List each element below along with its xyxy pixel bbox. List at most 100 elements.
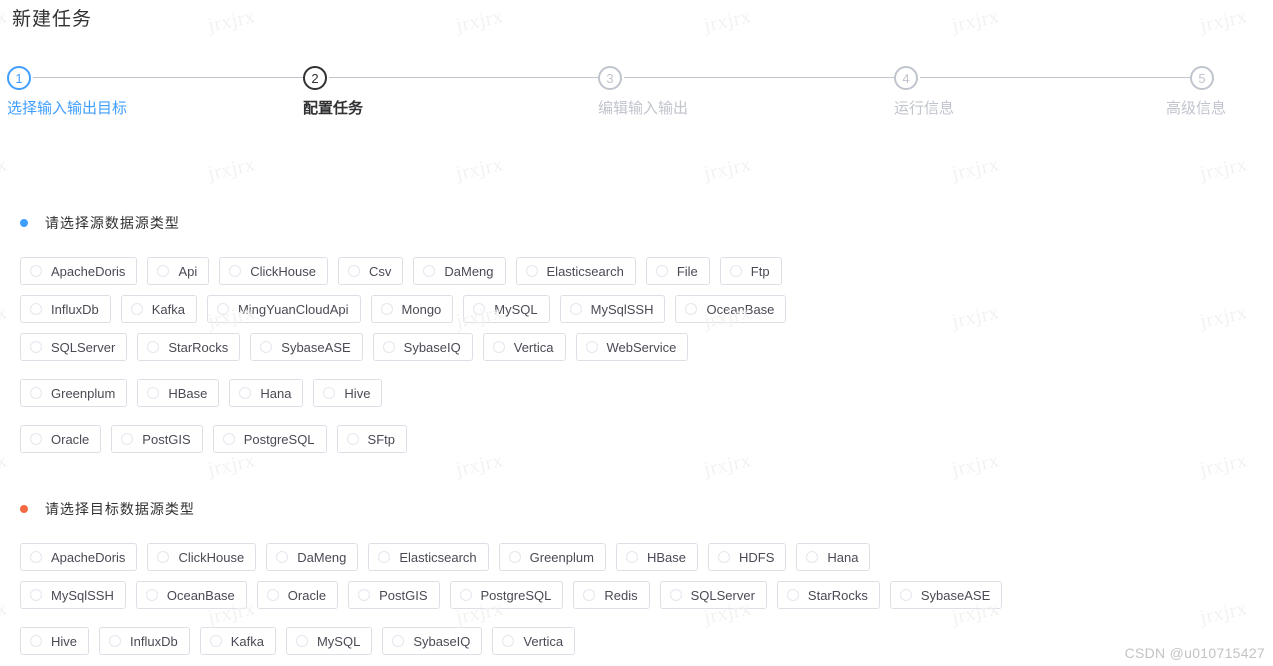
radio-circle-icon (459, 589, 472, 601)
radio-target-mysql[interactable]: MySQL (285, 627, 373, 655)
radio-target-hive[interactable]: Hive (20, 627, 90, 655)
radio-label: Kafka (230, 633, 264, 649)
source-datasource-radio-group[interactable]: ApacheDoris Api ClickHouse Csv DaMeng Elastic… (20, 257, 796, 463)
radio-target-greenplum[interactable]: Greenplum (498, 543, 606, 571)
radio-circle-icon (266, 589, 279, 601)
watermark-tile: jrxjrx (702, 5, 754, 37)
watermark-tile: jrxjrx (0, 301, 10, 333)
radio-source-hana[interactable]: Hana (229, 379, 304, 407)
watermark-tile: jrxjrx (1198, 5, 1250, 37)
radio-source-mongo[interactable]: Mongo (370, 295, 454, 323)
radio-target-hbase[interactable]: HBase (615, 543, 698, 571)
radio-label: MySQL (494, 301, 538, 317)
radio-source-sqlserver[interactable]: SQLServer (20, 333, 128, 361)
radio-circle-icon (685, 303, 698, 315)
radio-target-dameng[interactable]: DaMeng (266, 543, 359, 571)
radio-target-oracle[interactable]: Oracle (256, 581, 339, 609)
radio-source-apachedoris[interactable]: ApacheDoris (20, 257, 138, 285)
radio-circle-icon (145, 589, 158, 601)
watermark-tile: jrxjrx (702, 153, 754, 185)
radio-circle-icon (229, 265, 242, 277)
target-datasource-radio-group[interactable]: ApacheDoris ClickHouse DaMeng Elasticsearch… (20, 543, 1012, 665)
radio-circle-icon (380, 303, 393, 315)
radio-target-starrocks[interactable]: StarRocks (776, 581, 880, 609)
watermark-tile: jrxjrx (1198, 301, 1250, 333)
radio-target-mysqlssh[interactable]: MySqlSSH (20, 581, 126, 609)
radio-label: HBase (168, 385, 208, 401)
radio-source-sybasease[interactable]: SybaseASE (250, 333, 363, 361)
radio-label: PostGIS (142, 431, 191, 447)
radio-source-postgresql[interactable]: PostgreSQL (212, 425, 327, 453)
radio-source-mysql[interactable]: MySQL (463, 295, 550, 323)
radio-source-influxdb[interactable]: InfluxDb (20, 295, 111, 323)
radio-circle-icon (323, 387, 336, 399)
radio-source-starrocks[interactable]: StarRocks (137, 333, 241, 361)
radio-label: SQLServer (51, 339, 116, 355)
target-section-label: 请选择目标数据源类型 (44, 501, 195, 517)
radio-source-dameng[interactable]: DaMeng (413, 257, 506, 285)
radio-target-kafka[interactable]: Kafka (199, 627, 276, 655)
radio-circle-icon (347, 265, 360, 277)
radio-source-api[interactable]: Api (147, 257, 210, 285)
radio-source-sftp[interactable]: SFtp (336, 425, 408, 453)
radio-label: PostgreSQL (243, 431, 315, 447)
step-5-label: 高级信息 (1165, 100, 1226, 117)
radio-source-file[interactable]: File (645, 257, 710, 285)
radio-source-mingyuancloudapi[interactable]: MingYuanCloudApi (206, 295, 361, 323)
radio-source-kafka[interactable]: Kafka (120, 295, 197, 323)
radio-source-greenplum[interactable]: Greenplum (20, 379, 128, 407)
radio-target-hdfs[interactable]: HDFS (707, 543, 787, 571)
radio-source-mysqlssh[interactable]: MySqlSSH (559, 295, 666, 323)
radio-source-sybaseiq[interactable]: SybaseIQ (372, 333, 473, 361)
radio-circle-icon (30, 387, 42, 399)
radio-source-oracle[interactable]: Oracle (20, 425, 102, 453)
radio-target-postgis[interactable]: PostGIS (348, 581, 440, 609)
step-1-label: 选择输入输出目标 (7, 100, 128, 117)
radio-target-oceanbase[interactable]: OceanBase (135, 581, 247, 609)
radio-label: File (676, 263, 698, 279)
radio-target-sybaseiq[interactable]: SybaseIQ (382, 627, 483, 655)
radio-source-hive[interactable]: Hive (313, 379, 383, 407)
radio-source-postgis[interactable]: PostGIS (111, 425, 203, 453)
radio-circle-icon (276, 551, 289, 563)
radio-target-clickhouse[interactable]: ClickHouse (147, 543, 257, 571)
radio-target-sybasease[interactable]: SybaseASE (889, 581, 1003, 609)
radio-circle-icon (222, 433, 235, 445)
radio-source-elasticsearch[interactable]: Elasticsearch (515, 257, 636, 285)
radio-circle-icon (382, 341, 395, 353)
watermark-tile: jrxjrx (0, 597, 10, 629)
watermark-tile: jrxjrx (454, 153, 506, 185)
radio-target-influxdb[interactable]: InfluxDb (99, 627, 190, 655)
radio-target-vertica[interactable]: Vertica (492, 627, 576, 655)
radio-circle-icon (209, 635, 222, 647)
radio-target-hana[interactable]: Hana (796, 543, 871, 571)
radio-source-clickhouse[interactable]: ClickHouse (219, 257, 328, 285)
radio-circle-icon (717, 551, 730, 563)
radio-circle-icon (109, 635, 122, 647)
radio-source-hbase[interactable]: HBase (137, 379, 220, 407)
radio-row: ApacheDoris Api ClickHouse Csv DaMeng Elastic… (20, 257, 796, 285)
radio-target-elasticsearch[interactable]: Elasticsearch (368, 543, 489, 571)
radio-label: StarRocks (807, 587, 868, 603)
radio-label: ApacheDoris (51, 549, 126, 565)
radio-target-apachedoris[interactable]: ApacheDoris (20, 543, 138, 571)
radio-label: StarRocks (168, 339, 229, 355)
radio-source-vertica[interactable]: Vertica (482, 333, 566, 361)
radio-label: ApacheDoris (51, 263, 126, 279)
radio-target-postgresql[interactable]: PostgreSQL (449, 581, 564, 609)
radio-circle-icon (147, 387, 160, 399)
radio-source-ftp[interactable]: Ftp (719, 257, 782, 285)
watermark-tile: jrxjrx (950, 301, 1002, 333)
watermark-tile: jrxjrx (206, 153, 258, 185)
radio-target-sqlserver[interactable]: SQLServer (659, 581, 767, 609)
radio-row: ApacheDoris ClickHouse DaMeng Elasticsearch… (20, 543, 1012, 571)
radio-label: Csv (368, 263, 392, 279)
radio-label: MingYuanCloudApi (237, 301, 349, 317)
radio-source-webservice[interactable]: WebService (575, 333, 689, 361)
radio-source-csv[interactable]: Csv (337, 257, 404, 285)
radio-label: ClickHouse (178, 549, 245, 565)
radio-source-oceanbase[interactable]: OceanBase (675, 295, 787, 323)
radio-circle-icon (30, 341, 42, 353)
step-connector-line (329, 77, 598, 78)
radio-target-redis[interactable]: Redis (573, 581, 650, 609)
